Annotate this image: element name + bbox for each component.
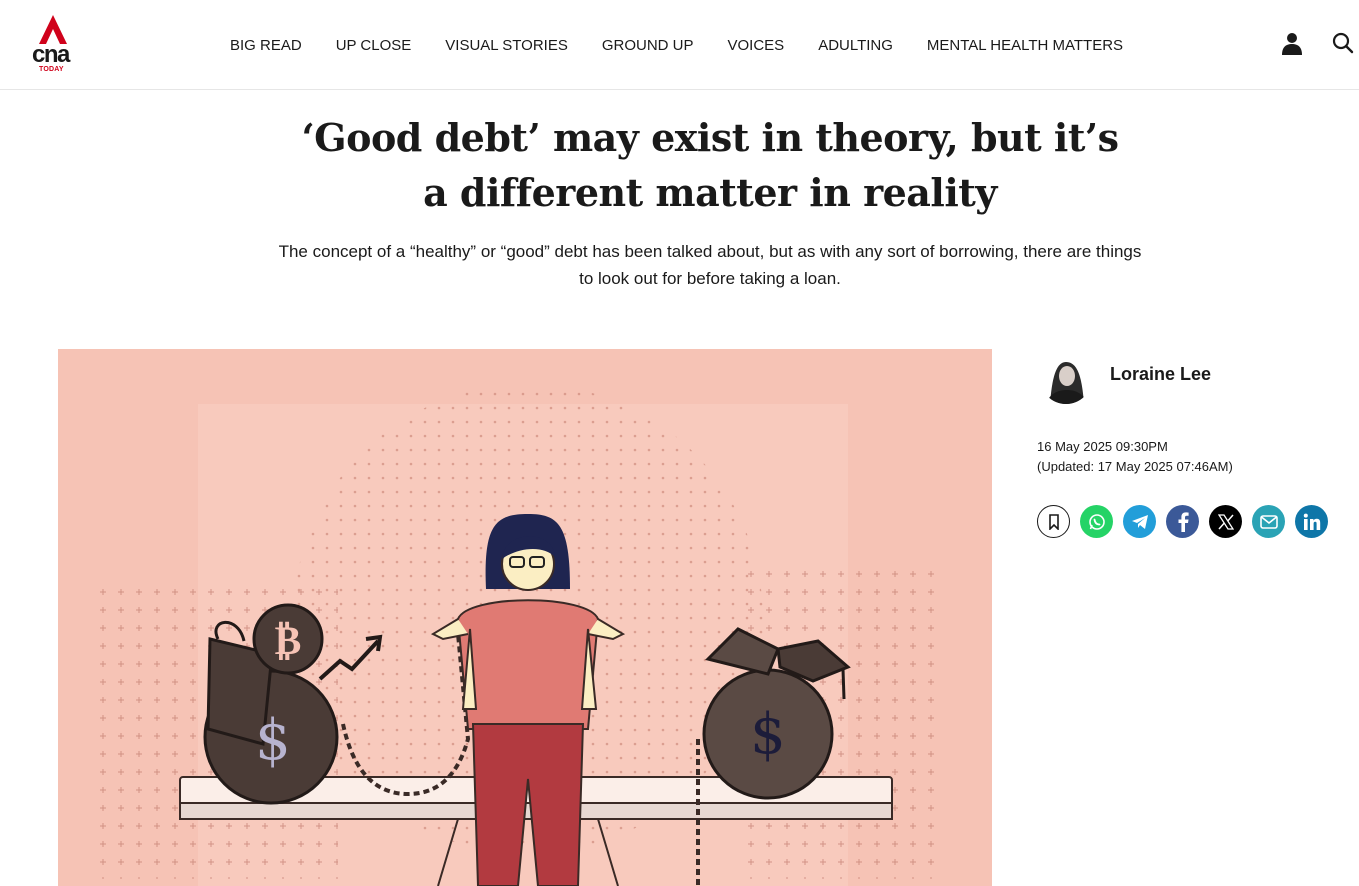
bookmark-icon (1048, 513, 1059, 530)
search-icon[interactable] (1332, 31, 1354, 55)
logo-wordmark: cna (32, 41, 70, 68)
main-nav: BIG READ UP CLOSE VISUAL STORIES GROUND … (230, 37, 1157, 55)
nav-item-voices[interactable]: VOICES (728, 37, 785, 55)
share-x-button[interactable] (1209, 505, 1242, 538)
nav-item-big-read[interactable]: BIG READ (230, 37, 302, 55)
cna-logo[interactable]: cna TODAY (30, 14, 76, 74)
facebook-icon (1178, 511, 1189, 532)
user-icon[interactable] (1280, 31, 1304, 55)
article-subhead: The concept of a “healthy” or “good” deb… (278, 242, 1142, 288)
share-telegram-button[interactable] (1123, 505, 1156, 538)
nav-item-ground-up[interactable]: GROUND UP (602, 37, 694, 55)
share-bar (1037, 505, 1328, 538)
nav-item-up-close[interactable]: UP CLOSE (336, 37, 412, 55)
x-icon (1217, 513, 1234, 530)
share-facebook-button[interactable] (1166, 505, 1199, 538)
author-name[interactable]: Loraine Lee (1110, 364, 1211, 385)
hero-image: ₿ $ $ (58, 349, 992, 886)
nav-item-visual-stories[interactable]: VISUAL STORIES (445, 37, 568, 55)
svg-text:$: $ (255, 708, 291, 773)
share-whatsapp-button[interactable] (1080, 505, 1113, 538)
published-date: 16 May 2025 09:30PM (1037, 439, 1168, 454)
telegram-icon (1131, 514, 1148, 529)
share-linkedin-button[interactable] (1295, 505, 1328, 538)
linkedin-icon (1303, 513, 1320, 530)
nav-item-adulting[interactable]: ADULTING (818, 37, 893, 55)
whatsapp-icon (1088, 513, 1105, 530)
site-header: cna TODAY BIG READ UP CLOSE VISUAL STORI… (0, 0, 1359, 90)
author-avatar[interactable] (1040, 352, 1092, 404)
updated-date: (Updated: 17 May 2025 07:46AM) (1037, 459, 1233, 474)
share-email-button[interactable] (1252, 505, 1285, 538)
svg-text:$: $ (750, 702, 786, 767)
svg-text:₿: ₿ (275, 618, 302, 664)
logo-subtitle: TODAY (39, 66, 64, 73)
bookmark-button[interactable] (1037, 505, 1070, 538)
email-icon (1259, 514, 1278, 529)
article-headline: ‘Good debt’ may exist in theory, but it’… (301, 115, 1119, 215)
nav-item-mental-health-matters[interactable]: MENTAL HEALTH MATTERS (927, 37, 1123, 55)
